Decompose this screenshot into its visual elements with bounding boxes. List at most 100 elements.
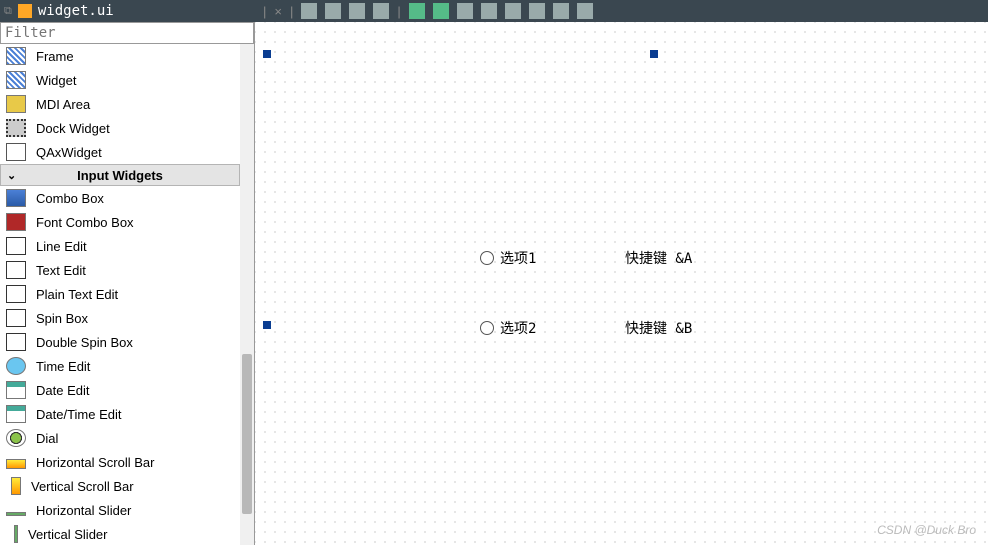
dial-icon — [6, 429, 26, 447]
widget-item-timeedit[interactable]: Time Edit — [0, 354, 240, 378]
widget-box-panel: Frame Widget MDI Area Dock Widget QAxWidget ⌄… — [0, 22, 255, 545]
textedit-icon — [6, 261, 26, 279]
widget-item-label: Plain Text Edit — [36, 287, 118, 302]
widget-item-label: Horizontal Slider — [36, 503, 131, 518]
fontcombo-icon — [6, 213, 26, 231]
edit-tab-order-icon[interactable] — [373, 3, 389, 19]
widget-item-ax[interactable]: QAxWidget — [0, 140, 240, 164]
widget-item-lineedit[interactable]: Line Edit — [0, 234, 240, 258]
dateedit-icon — [6, 381, 26, 399]
radio-label: 选项1 — [500, 248, 536, 268]
selection-handle[interactable] — [263, 50, 271, 58]
file-icon — [18, 4, 32, 18]
widget-item-hslider[interactable]: Horizontal Slider — [0, 498, 240, 522]
combo-icon — [6, 189, 26, 207]
widget-item-label: Horizontal Scroll Bar — [36, 455, 155, 470]
widget-item-label: Time Edit — [36, 359, 90, 374]
widget-item-textedit[interactable]: Plain Text Edit — [0, 282, 240, 306]
layout-form-icon[interactable] — [529, 3, 545, 19]
radio-icon[interactable] — [480, 321, 494, 335]
restore-icon[interactable]: ⧉ — [4, 4, 12, 18]
widget-icon — [6, 71, 26, 89]
form-canvas[interactable]: 选项1 快捷键 &A 选项2 快捷键 &B CSDN @Duck Bro — [255, 22, 988, 545]
widget-item-label: Vertical Slider — [28, 527, 107, 542]
widget-item-label: Double Spin Box — [36, 335, 133, 350]
designer-toolbar: | × | | — [255, 0, 988, 22]
widget-item-widget[interactable]: Widget — [0, 68, 240, 92]
widget-item-label: Widget — [36, 73, 76, 88]
hslider-icon — [6, 512, 26, 516]
edit-signals-icon[interactable] — [325, 3, 341, 19]
edit-buddies-icon[interactable] — [349, 3, 365, 19]
close-icon[interactable]: × — [274, 4, 282, 19]
shortcut-hint-1: 快捷键 &A — [625, 248, 692, 268]
radio-icon[interactable] — [480, 251, 494, 265]
spin-icon — [6, 333, 26, 351]
widget-item-label: MDI Area — [36, 97, 90, 112]
watermark: CSDN @Duck Bro — [877, 523, 976, 537]
widget-item-spin[interactable]: Spin Box — [0, 306, 240, 330]
widget-item-label: Combo Box — [36, 191, 104, 206]
radio-label: 选项2 — [500, 318, 536, 338]
timeedit-icon — [6, 357, 26, 375]
widget-item-combo[interactable]: Combo Box — [0, 186, 240, 210]
textedit-icon — [6, 285, 26, 303]
widget-item-fontcombo[interactable]: Font Combo Box — [0, 210, 240, 234]
widget-list-scrollbar[interactable] — [240, 44, 254, 545]
title-bar: ⧉ widget.ui — [0, 0, 255, 22]
adjust-size-icon[interactable] — [577, 3, 593, 19]
layout-horizontal-splitter-icon[interactable] — [457, 3, 473, 19]
vslider-icon — [14, 525, 18, 543]
widget-item-label: Vertical Scroll Bar — [31, 479, 134, 494]
widget-item-label: Font Combo Box — [36, 215, 134, 230]
widget-item-hscroll[interactable]: Horizontal Scroll Bar — [0, 450, 240, 474]
selection-handle[interactable] — [650, 50, 658, 58]
widget-group-header[interactable]: ⌄Input Widgets — [0, 164, 240, 186]
widget-item-dateedit[interactable]: Date Edit — [0, 378, 240, 402]
widget-item-textedit[interactable]: Text Edit — [0, 258, 240, 282]
radio-option-2[interactable]: 选项2 — [480, 318, 536, 338]
scrollbar-thumb[interactable] — [242, 354, 252, 514]
layout-vertical-icon[interactable] — [433, 3, 449, 19]
layout-horizontal-icon[interactable] — [409, 3, 425, 19]
selection-handle[interactable] — [263, 321, 271, 329]
shortcut-hint-2: 快捷键 &B — [625, 318, 692, 338]
ax-icon — [6, 143, 26, 161]
widget-item-label: Dock Widget — [36, 121, 110, 136]
layout-grid-icon[interactable] — [505, 3, 521, 19]
widget-item-vscroll[interactable]: Vertical Scroll Bar — [0, 474, 240, 498]
widget-item-frame[interactable]: Frame — [0, 44, 240, 68]
widget-item-label: Text Edit — [36, 263, 86, 278]
dock-icon — [6, 119, 26, 137]
toolbar-divider: | — [290, 4, 293, 19]
toolbar-divider: | — [263, 4, 266, 19]
widget-item-spin[interactable]: Double Spin Box — [0, 330, 240, 354]
break-layout-icon[interactable] — [553, 3, 569, 19]
lineedit-icon — [6, 237, 26, 255]
widget-item-dock[interactable]: Dock Widget — [0, 116, 240, 140]
radio-option-1[interactable]: 选项1 — [480, 248, 536, 268]
widget-item-dial[interactable]: Dial — [0, 426, 240, 450]
widget-item-label: Frame — [36, 49, 74, 64]
widget-item-dateedit[interactable]: Date/Time Edit — [0, 402, 240, 426]
toolbar-divider: | — [397, 4, 400, 19]
spin-icon — [6, 309, 26, 327]
filter-input[interactable] — [0, 22, 254, 44]
vscroll-icon — [11, 477, 21, 495]
widget-item-label: Dial — [36, 431, 58, 446]
widget-item-label: Date/Time Edit — [36, 407, 122, 422]
widget-item-mdi[interactable]: MDI Area — [0, 92, 240, 116]
mdi-icon — [6, 95, 26, 113]
hscroll-icon — [6, 459, 26, 469]
widget-item-label: Date Edit — [36, 383, 89, 398]
dateedit-icon — [6, 405, 26, 423]
layout-vertical-splitter-icon[interactable] — [481, 3, 497, 19]
widget-item-label: Line Edit — [36, 239, 87, 254]
widget-item-label: QAxWidget — [36, 145, 102, 160]
frame-icon — [6, 47, 26, 65]
file-name: widget.ui — [38, 3, 114, 19]
edit-widgets-icon[interactable] — [301, 3, 317, 19]
widget-item-label: Spin Box — [36, 311, 88, 326]
widget-list[interactable]: Frame Widget MDI Area Dock Widget QAxWidget ⌄… — [0, 44, 240, 545]
widget-item-vslider[interactable]: Vertical Slider — [0, 522, 240, 545]
